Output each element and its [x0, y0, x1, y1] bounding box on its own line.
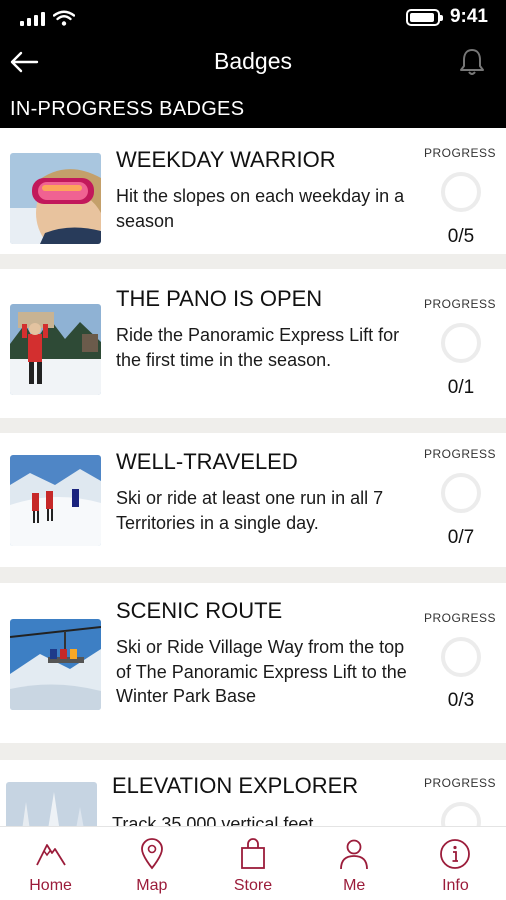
app-header: Badges: [0, 36, 506, 91]
status-bar: 9:41: [0, 0, 506, 36]
badge-list[interactable]: WEEKDAY WARRIOR Hit the slopes on each w…: [0, 128, 506, 826]
progress-ring: [441, 637, 481, 677]
chairlift-photo: [10, 619, 101, 710]
badge-description: Track 35,000 vertical feet: [112, 814, 314, 826]
tab-label: Info: [442, 877, 469, 894]
progress-value: 0/3: [447, 690, 475, 711]
tab-store[interactable]: Store: [202, 827, 303, 900]
signal-icon: [20, 12, 45, 26]
badge-description: Ski or Ride Village Way from the top of …: [116, 637, 407, 706]
battery-icon: [405, 8, 443, 26]
progress-value: 0/1: [447, 377, 475, 398]
badge-title: SCENIC ROUTE: [116, 598, 283, 623]
person-icon: [340, 839, 369, 870]
badge-card[interactable]: ELEVATION EXPLORER Track 35,000 vertical…: [0, 760, 506, 826]
badge-title: WEEKDAY WARRIOR: [116, 147, 336, 172]
status-time: 9:41: [449, 6, 488, 27]
tab-info[interactable]: Info: [405, 827, 506, 900]
shopping-bag-icon: [241, 838, 265, 869]
progress-label: PROGRESS: [423, 297, 496, 311]
badge-card[interactable]: WEEKDAY WARRIOR Hit the slopes on each w…: [0, 128, 506, 254]
map-pin-icon: [140, 838, 163, 870]
badge-title: ELEVATION EXPLORER: [112, 773, 359, 798]
progress-value: 0/7: [447, 527, 475, 548]
tab-label: Map: [136, 877, 168, 894]
tab-label: Me: [343, 877, 366, 894]
mountain-icon: [35, 844, 66, 866]
badge-description: Ski or ride at least one run in all 7 Te…: [116, 488, 384, 533]
snowy-trees-photo: [6, 782, 97, 826]
progress-label: PROGRESS: [423, 447, 496, 461]
bell-icon: [460, 49, 484, 75]
skier-goggles-photo: [10, 153, 101, 244]
badge-card[interactable]: SCENIC ROUTE Ski or Ride Village Way fro…: [0, 583, 506, 743]
tab-map[interactable]: Map: [101, 827, 202, 900]
section-title: IN-PROGRESS BADGES: [0, 91, 506, 128]
progress-label: PROGRESS: [423, 776, 496, 790]
badge-card[interactable]: WELL-TRAVELED Ski or ride at least one r…: [0, 433, 506, 567]
badge-card[interactable]: THE PANO IS OPEN Ride the Panoramic Expr…: [0, 269, 506, 418]
skier-holding-sign-photo: [10, 304, 101, 395]
tab-label: Store: [233, 877, 273, 894]
progress-ring: [441, 802, 481, 826]
progress-label: PROGRESS: [423, 146, 496, 160]
wifi-icon: [53, 10, 75, 26]
badge-title: WELL-TRAVELED: [116, 449, 298, 474]
progress-ring: [441, 473, 481, 513]
badge-title: THE PANO IS OPEN: [116, 286, 323, 311]
status-indicators: [20, 10, 75, 26]
progress-ring: [441, 172, 481, 212]
progress-ring: [441, 323, 481, 363]
progress-label: PROGRESS: [423, 611, 496, 625]
badge-description: Hit the slopes on each weekday in a seas…: [116, 186, 405, 231]
page-title: Badges: [213, 48, 292, 74]
info-icon: [440, 839, 471, 869]
bottom-tab-bar: Home Map Store Me Info: [0, 826, 506, 900]
badge-description: Ride the Panoramic Express Lift for the …: [116, 325, 400, 370]
tab-me[interactable]: Me: [304, 827, 405, 900]
progress-value: 0/5: [447, 226, 475, 247]
tab-label: Home: [29, 877, 72, 894]
tab-home[interactable]: Home: [0, 827, 101, 900]
notifications-button[interactable]: [454, 44, 490, 80]
skiers-on-ridge-photo: [10, 455, 101, 546]
